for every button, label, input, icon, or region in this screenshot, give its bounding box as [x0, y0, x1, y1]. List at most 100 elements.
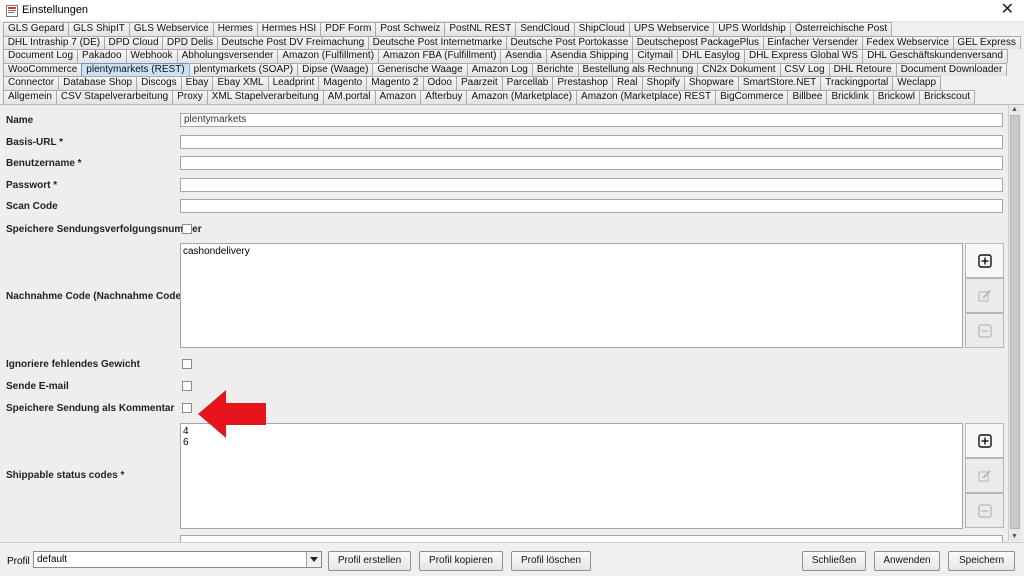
cod-list[interactable]: cashondelivery [180, 243, 963, 348]
tab-parcellab[interactable]: Parcellab [501, 76, 554, 90]
tab-bigcommerce[interactable]: BigCommerce [715, 89, 789, 104]
tab-cn2x-dokument[interactable]: CN2x Dokument [697, 62, 781, 77]
save-tracking-checkbox[interactable] [182, 224, 192, 234]
tab-proxy[interactable]: Proxy [172, 89, 208, 104]
tab-ebay[interactable]: Ebay [180, 76, 214, 90]
tab-postnl-rest[interactable]: PostNL REST [444, 22, 517, 36]
tab-österreichische-post[interactable]: Österreichische Post [789, 22, 893, 36]
base-url-field[interactable] [180, 135, 1003, 149]
name-field[interactable]: plentymarkets [180, 113, 1003, 127]
apply-button[interactable]: Anwenden [874, 551, 940, 571]
tab-einfacher-versender[interactable]: Einfacher Versender [762, 35, 863, 50]
tab-plentymarkets-soap[interactable]: plentymarkets (SOAP) [188, 62, 299, 77]
tab-generische-waage[interactable]: Generische Waage [372, 62, 468, 77]
tab-real[interactable]: Real [611, 76, 643, 90]
tab-pakadoo[interactable]: Pakadoo [77, 49, 127, 63]
tab-prestashop[interactable]: Prestashop [552, 76, 613, 90]
delete-profile-button[interactable]: Profil löschen [511, 551, 591, 571]
tab-magento[interactable]: Magento [318, 76, 368, 90]
tab-gel-express[interactable]: GEL Express [952, 35, 1021, 50]
scroll-down-icon[interactable]: ▼ [1011, 533, 1018, 540]
tab-sendcloud[interactable]: SendCloud [515, 22, 575, 36]
tab-bestellung-als-rechnung[interactable]: Bestellung als Rechnung [577, 62, 699, 77]
tab-dhl-express-global-ws[interactable]: DHL Express Global WS [743, 49, 864, 63]
tab-amazon[interactable]: Amazon [374, 89, 422, 104]
tab-weclapp[interactable]: Weclapp [892, 76, 942, 90]
list-item[interactable]: 4 [183, 426, 960, 437]
tab-gls-gepard[interactable]: GLS Gepard [3, 22, 70, 36]
tab-dpd-delis[interactable]: DPD Delis [162, 35, 218, 50]
tab-post-schweiz[interactable]: Post Schweiz [375, 22, 446, 36]
copy-profile-button[interactable]: Profil kopieren [419, 551, 503, 571]
tab-dhl-geschäftskundenversand[interactable]: DHL Geschäftskundenversand [862, 49, 1008, 63]
tab-woocommerce[interactable]: WooCommerce [3, 62, 83, 77]
tab-asendia-shipping[interactable]: Asendia Shipping [545, 49, 634, 63]
tab-magento-2[interactable]: Magento 2 [366, 76, 424, 90]
password-field[interactable] [180, 178, 1003, 192]
tab-ups-worldship[interactable]: UPS Worldship [713, 22, 791, 36]
tab-ebay-xml[interactable]: Ebay XML [212, 76, 269, 90]
tab-amazon-log[interactable]: Amazon Log [466, 62, 533, 77]
tab-billbee[interactable]: Billbee [787, 89, 828, 104]
tab-shopify[interactable]: Shopify [641, 76, 685, 90]
remove-status-button[interactable] [965, 493, 1004, 528]
tab-document-downloader[interactable]: Document Downloader [895, 62, 1008, 77]
tab-pdf-form[interactable]: PDF Form [320, 22, 377, 36]
tab-paarzeit[interactable]: Paarzeit [455, 76, 503, 90]
tab-dipse-waage[interactable]: Dipse (Waage) [297, 62, 374, 77]
tab-csv-stapelverarbeitung[interactable]: CSV Stapelverarbeitung [55, 89, 174, 104]
tab-connector[interactable]: Connector [3, 76, 60, 90]
tab-deutschepost-packageplus[interactable]: Deutschepost PackagePlus [632, 35, 764, 50]
tab-dhl-retoure[interactable]: DHL Retoure [828, 62, 897, 77]
tab-amazon-marketplace[interactable]: Amazon (Marketplace) [466, 89, 578, 104]
save-comment-checkbox[interactable] [182, 403, 192, 413]
tab-hermes-hsi[interactable]: Hermes HSI [256, 22, 322, 36]
tab-amazon-marketplace-rest[interactable]: Amazon (Marketplace) REST [576, 89, 717, 104]
profile-select[interactable]: default [33, 551, 322, 568]
tab-bricklink[interactable]: Bricklink [826, 89, 874, 104]
tab-deutsche-post-portokasse[interactable]: Deutsche Post Portokasse [505, 35, 634, 50]
tab-amazon-fulfillment[interactable]: Amazon (Fulfillment) [277, 49, 380, 63]
remove-cod-button[interactable] [965, 313, 1004, 348]
username-field[interactable] [180, 156, 1003, 170]
dropdown-arrow[interactable] [306, 552, 321, 567]
tab-discogs[interactable]: Discogs [136, 76, 182, 90]
edit-cod-button[interactable] [965, 278, 1004, 313]
close-window-icon[interactable]: ✕ [1001, 1, 1014, 19]
tab-hermes[interactable]: Hermes [212, 22, 258, 36]
tab-citymail[interactable]: Citymail [632, 49, 678, 63]
scan-code-field[interactable] [180, 199, 1003, 213]
shippable-status-list[interactable]: 4 6 [180, 423, 963, 529]
tab-deutsche-post-dv-freimachung[interactable]: Deutsche Post DV Freimachung [216, 35, 369, 50]
tab-amazon-fba-fulfillment[interactable]: Amazon FBA (Fulfillment) [378, 49, 502, 63]
scroll-up-icon[interactable]: ▲ [1011, 106, 1018, 113]
save-button[interactable]: Speichern [948, 551, 1015, 571]
tab-brickscout[interactable]: Brickscout [918, 89, 976, 104]
tab-csv-log[interactable]: CSV Log [779, 62, 830, 77]
tab-odoo[interactable]: Odoo [422, 76, 457, 90]
edit-status-button[interactable] [965, 458, 1004, 493]
create-profile-button[interactable]: Profil erstellen [328, 551, 411, 571]
tab-fedex-webservice[interactable]: Fedex Webservice [861, 35, 954, 50]
tab-gls-webservice[interactable]: GLS Webservice [128, 22, 214, 36]
tab-afterbuy[interactable]: Afterbuy [420, 89, 468, 104]
tab-leadprint[interactable]: Leadprint [267, 76, 320, 90]
tab-dhl-intraship-7-de[interactable]: DHL Intraship 7 (DE) [3, 35, 105, 50]
list-item[interactable]: 6 [183, 437, 960, 448]
tab-webhook[interactable]: Webhook [125, 49, 178, 63]
add-status-button[interactable] [965, 423, 1004, 458]
tab-allgemein[interactable]: Allgemein [3, 89, 57, 104]
send-email-checkbox[interactable] [182, 381, 192, 391]
tab-ups-webservice[interactable]: UPS Webservice [628, 22, 715, 36]
tab-trackingportal[interactable]: Trackingportal [820, 76, 894, 90]
tab-smartstore-net[interactable]: SmartStore.NET [737, 76, 822, 90]
tab-gls-shipit[interactable]: GLS ShipIT [68, 22, 130, 36]
tab-brickowl[interactable]: Brickowl [872, 89, 920, 104]
tab-dhl-easylog[interactable]: DHL Easylog [676, 49, 745, 63]
tab-document-log[interactable]: Document Log [3, 49, 79, 63]
tab-xml-stapelverarbeitung[interactable]: XML Stapelverarbeitung [206, 89, 324, 104]
tab-asendia[interactable]: Asendia [500, 49, 547, 63]
tab-dpd-cloud[interactable]: DPD Cloud [103, 35, 164, 50]
ignore-weight-checkbox[interactable] [182, 359, 192, 369]
tab-database-shop[interactable]: Database Shop [58, 76, 138, 90]
